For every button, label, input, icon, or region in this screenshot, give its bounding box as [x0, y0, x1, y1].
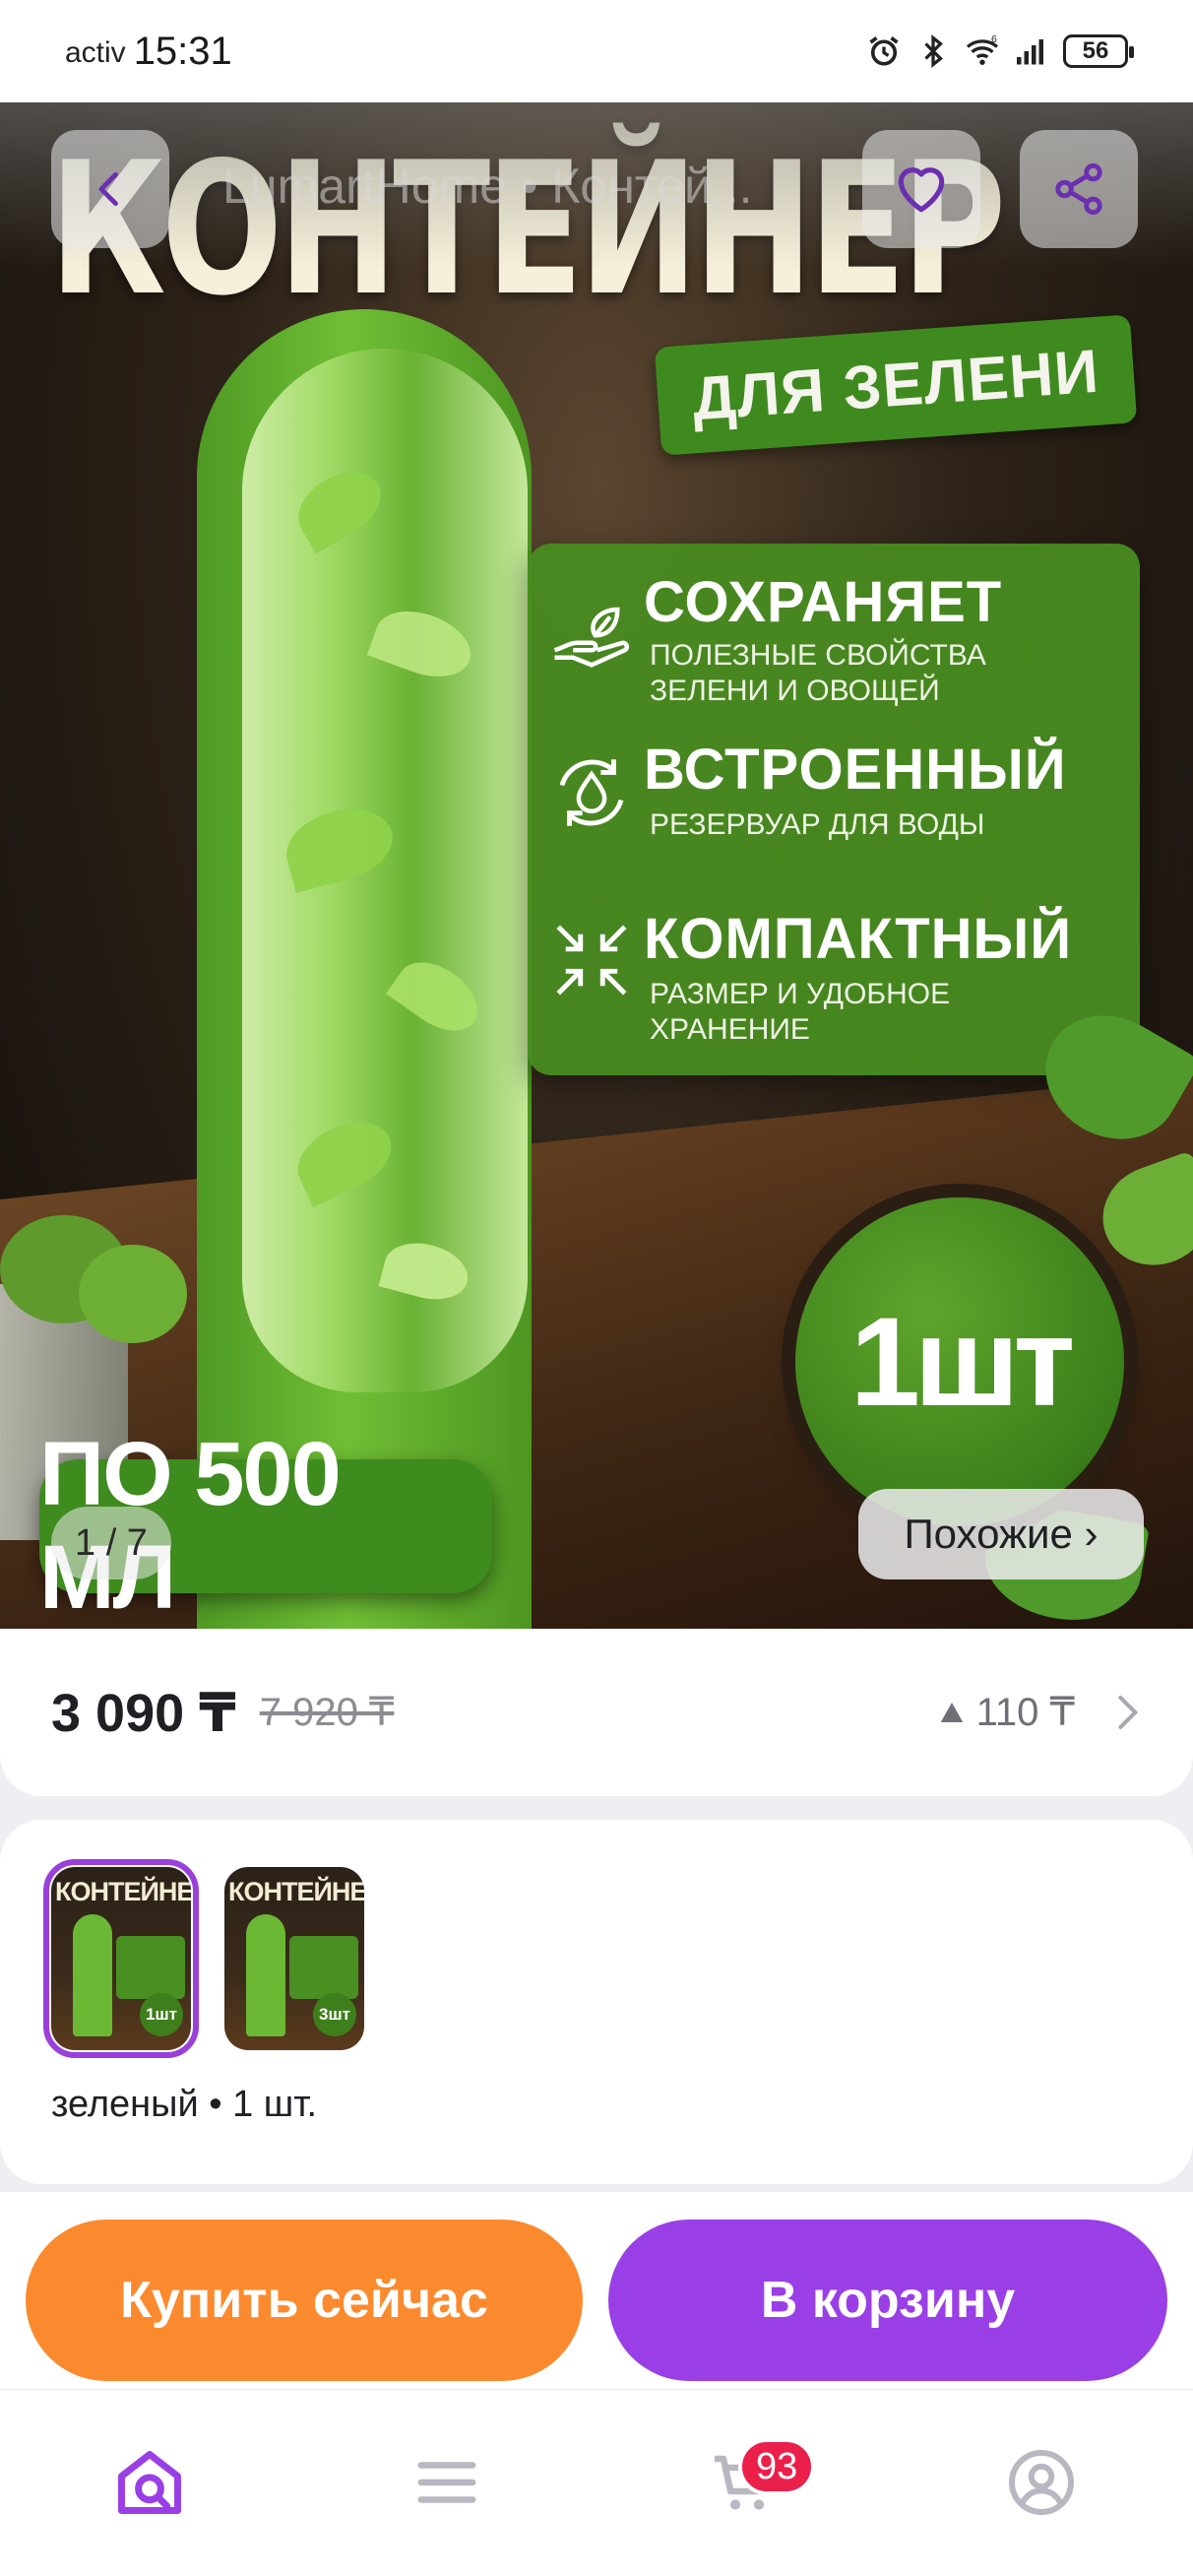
catalog-menu-icon [417, 2462, 476, 2503]
price-card[interactable]: 3 090 ₸ 7 920 ₸ 110 ₸ [0, 1629, 1193, 1796]
similar-products-button[interactable]: Похожие › [858, 1489, 1144, 1579]
feature-text-line: ЗЕЛЕНИ И ОВОЩЕЙ [650, 675, 940, 707]
gallery-counter: 1 / 7 [51, 1507, 171, 1579]
feature-title: СОХРАНЯЕТ [644, 570, 1003, 634]
alarm-icon [869, 36, 899, 66]
thumbnail-container-shape [246, 1914, 285, 2036]
nav-profile[interactable] [1002, 2443, 1081, 2522]
back-button[interactable] [51, 130, 169, 248]
thumbnail-feature-panel [116, 1936, 185, 1999]
profile-icon [1009, 2450, 1074, 2515]
add-to-cart-button[interactable]: В корзину [608, 2220, 1167, 2381]
compress-arrows-icon [556, 925, 627, 996]
share-button[interactable] [1020, 130, 1138, 248]
thumbnail-feature-panel [289, 1936, 358, 1999]
buy-now-button[interactable]: Купить сейчас [26, 2220, 583, 2381]
variant-selector: КОНТЕЙНЕР 1шт КОНТЕЙНЕР 3шт зеленый • 1 … [0, 1820, 1193, 2184]
variant-thumbnail[interactable]: КОНТЕЙНЕР 1шт [43, 1859, 199, 2058]
signal-icon [1017, 39, 1043, 65]
favorite-button[interactable] [862, 130, 980, 248]
bluetooth-icon [924, 34, 943, 68]
status-icons: 6 56 [866, 33, 1134, 69]
product-title: LumartHome • Контей... [222, 159, 753, 214]
feature-text: РЕЗЕРВУАР ДЛЯ ВОДЫ [650, 808, 985, 841]
features-panel: СОХРАНЯЕТ ПОЛЕЗНЫЕ СВОЙСТВА ЗЕЛЕНИ И ОВО… [528, 544, 1140, 1075]
pot-leaf [79, 1245, 187, 1343]
chevron-left-icon [98, 171, 118, 207]
container-window [242, 349, 528, 1392]
clock: 15:31 [133, 29, 232, 73]
variant-thumbnail-qty: 3шт [313, 1993, 356, 2036]
thumbnail-container-shape [73, 1914, 112, 2036]
quantity-badge: 1шт [795, 1197, 1124, 1526]
price-change[interactable]: 110 ₸ [937, 1690, 1142, 1735]
wifi-icon: 6 [966, 33, 999, 65]
feature-text-line: РАЗМЕР И УДОБНОЕ [650, 978, 951, 1010]
status-bar: activ 15:31 6 56 [0, 0, 1193, 102]
variant-thumbnail-title: КОНТЕЙНЕР [228, 1877, 364, 1906]
nav-catalog[interactable] [408, 2443, 486, 2522]
selected-variant-label: зеленый • 1 шт. [51, 2084, 318, 2125]
home-search-icon [118, 2451, 181, 2514]
triangle-up-icon [940, 1703, 963, 1722]
cart-count-badge: 93 [738, 2438, 816, 2495]
feature-text-line: ХРАНЕНИЕ [650, 1013, 810, 1046]
carrier-label: activ [65, 36, 126, 69]
feature-text-line: ПОЛЕЗНЫЕ СВОЙСТВА [650, 639, 986, 672]
heart-icon [898, 167, 945, 213]
product-image-carousel[interactable]: КОНТЕЙНЕР ДЛЯ ЗЕЛЕНИ СОХРАНЯЕТ ПОЛЕЗНЫЕ … [0, 102, 1193, 1629]
chevron-right-icon [1118, 1696, 1139, 1729]
battery-indicator: 56 [1063, 34, 1134, 68]
feature-title: КОМПАКТНЫЙ [644, 907, 1073, 971]
nav-home[interactable] [110, 2443, 189, 2522]
share-icon [1055, 162, 1102, 216]
feature-title: ВСТРОЕННЫЙ [644, 738, 1067, 802]
variant-thumbnail-qty: 1шт [140, 1993, 183, 2036]
variant-thumbnail[interactable]: КОНТЕЙНЕР 3шт [224, 1867, 364, 2050]
variant-thumbnail-title: КОНТЕЙНЕР [55, 1877, 191, 1906]
price-change-value: 110 ₸ [975, 1691, 1075, 1734]
action-bar: Купить сейчас В корзину [0, 2192, 1193, 2389]
old-price: 7 920 ₸ [259, 1691, 395, 1734]
current-price: 3 090 ₸ [51, 1683, 236, 1743]
bottom-navigation [0, 2389, 1193, 2576]
water-cycle-icon [559, 759, 624, 826]
hand-leaf-icon [553, 607, 630, 668]
network-type: 6 [991, 33, 997, 45]
